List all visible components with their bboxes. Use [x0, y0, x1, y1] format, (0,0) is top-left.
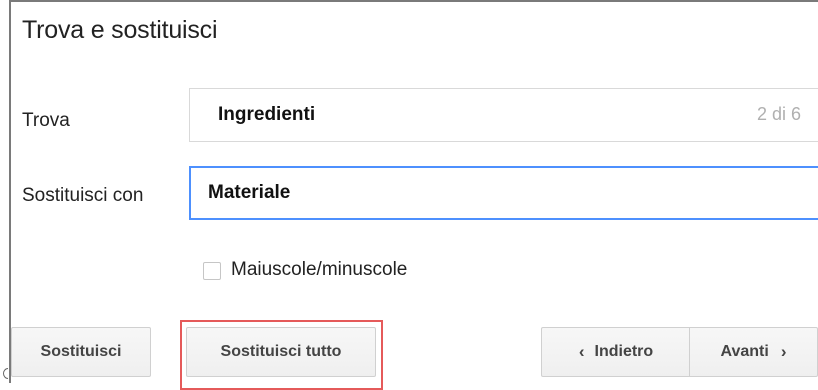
replace-input[interactable]: [208, 168, 688, 218]
clipped-edge-mark: [0, 362, 8, 383]
chevron-right-icon: ›: [780, 342, 787, 361]
match-count: 2 di 6: [756, 104, 801, 124]
find-label: Trova: [22, 110, 70, 131]
match-case-checkbox[interactable]: [203, 262, 221, 280]
previous-button-label: Indietro: [594, 343, 654, 360]
replace-button[interactable]: Sostituisci: [11, 327, 151, 377]
replace-all-button[interactable]: Sostituisci tutto: [186, 327, 376, 377]
dialog-title: Trova e sostituisci: [22, 16, 218, 44]
match-case-label[interactable]: Maiuscole/minuscole: [231, 259, 407, 281]
replace-field[interactable]: [189, 166, 818, 220]
find-replace-dialog: Trova e sostituisci Trova 2 di 6 Sostitu…: [9, 0, 818, 383]
next-button[interactable]: Avanti ›: [689, 327, 818, 377]
replace-all-button-label: Sostituisci tutto: [220, 343, 342, 360]
replace-label: Sostituisci con: [22, 185, 144, 206]
chevron-left-icon: ‹: [578, 342, 585, 361]
find-field[interactable]: 2 di 6: [189, 88, 818, 142]
replace-button-label: Sostituisci: [40, 343, 122, 360]
find-input[interactable]: [218, 89, 698, 141]
next-button-label: Avanti: [720, 343, 769, 360]
previous-button[interactable]: ‹ Indietro: [541, 327, 690, 377]
